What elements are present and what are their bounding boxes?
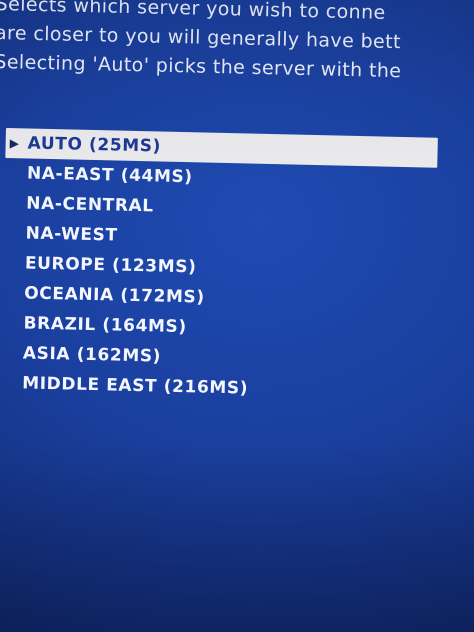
server-option-label: NA-EAST (44MS) [26,163,193,188]
server-option-label: NA-CENTRAL [26,193,154,217]
server-option-label: NA-WEST [25,223,118,246]
server-list: ▶ AUTO (25MS) NA-EAST (44MS) NA-CENTRAL … [0,128,446,408]
server-description: Selects which server you wish to conne a… [0,0,474,88]
server-option-label: OCEANIA (172MS) [24,283,205,308]
server-option-label: MIDDLE EAST (216MS) [21,373,249,399]
server-option-label: BRAZIL (164MS) [23,313,187,338]
triangle-right-icon: ▶ [9,136,20,151]
server-option-label: ASIA (162MS) [22,343,162,367]
server-select-screen: Selects which server you wish to conne a… [0,0,474,632]
server-option-label: AUTO (25MS) [27,133,162,157]
server-option-label: EUROPE (123MS) [24,253,197,278]
